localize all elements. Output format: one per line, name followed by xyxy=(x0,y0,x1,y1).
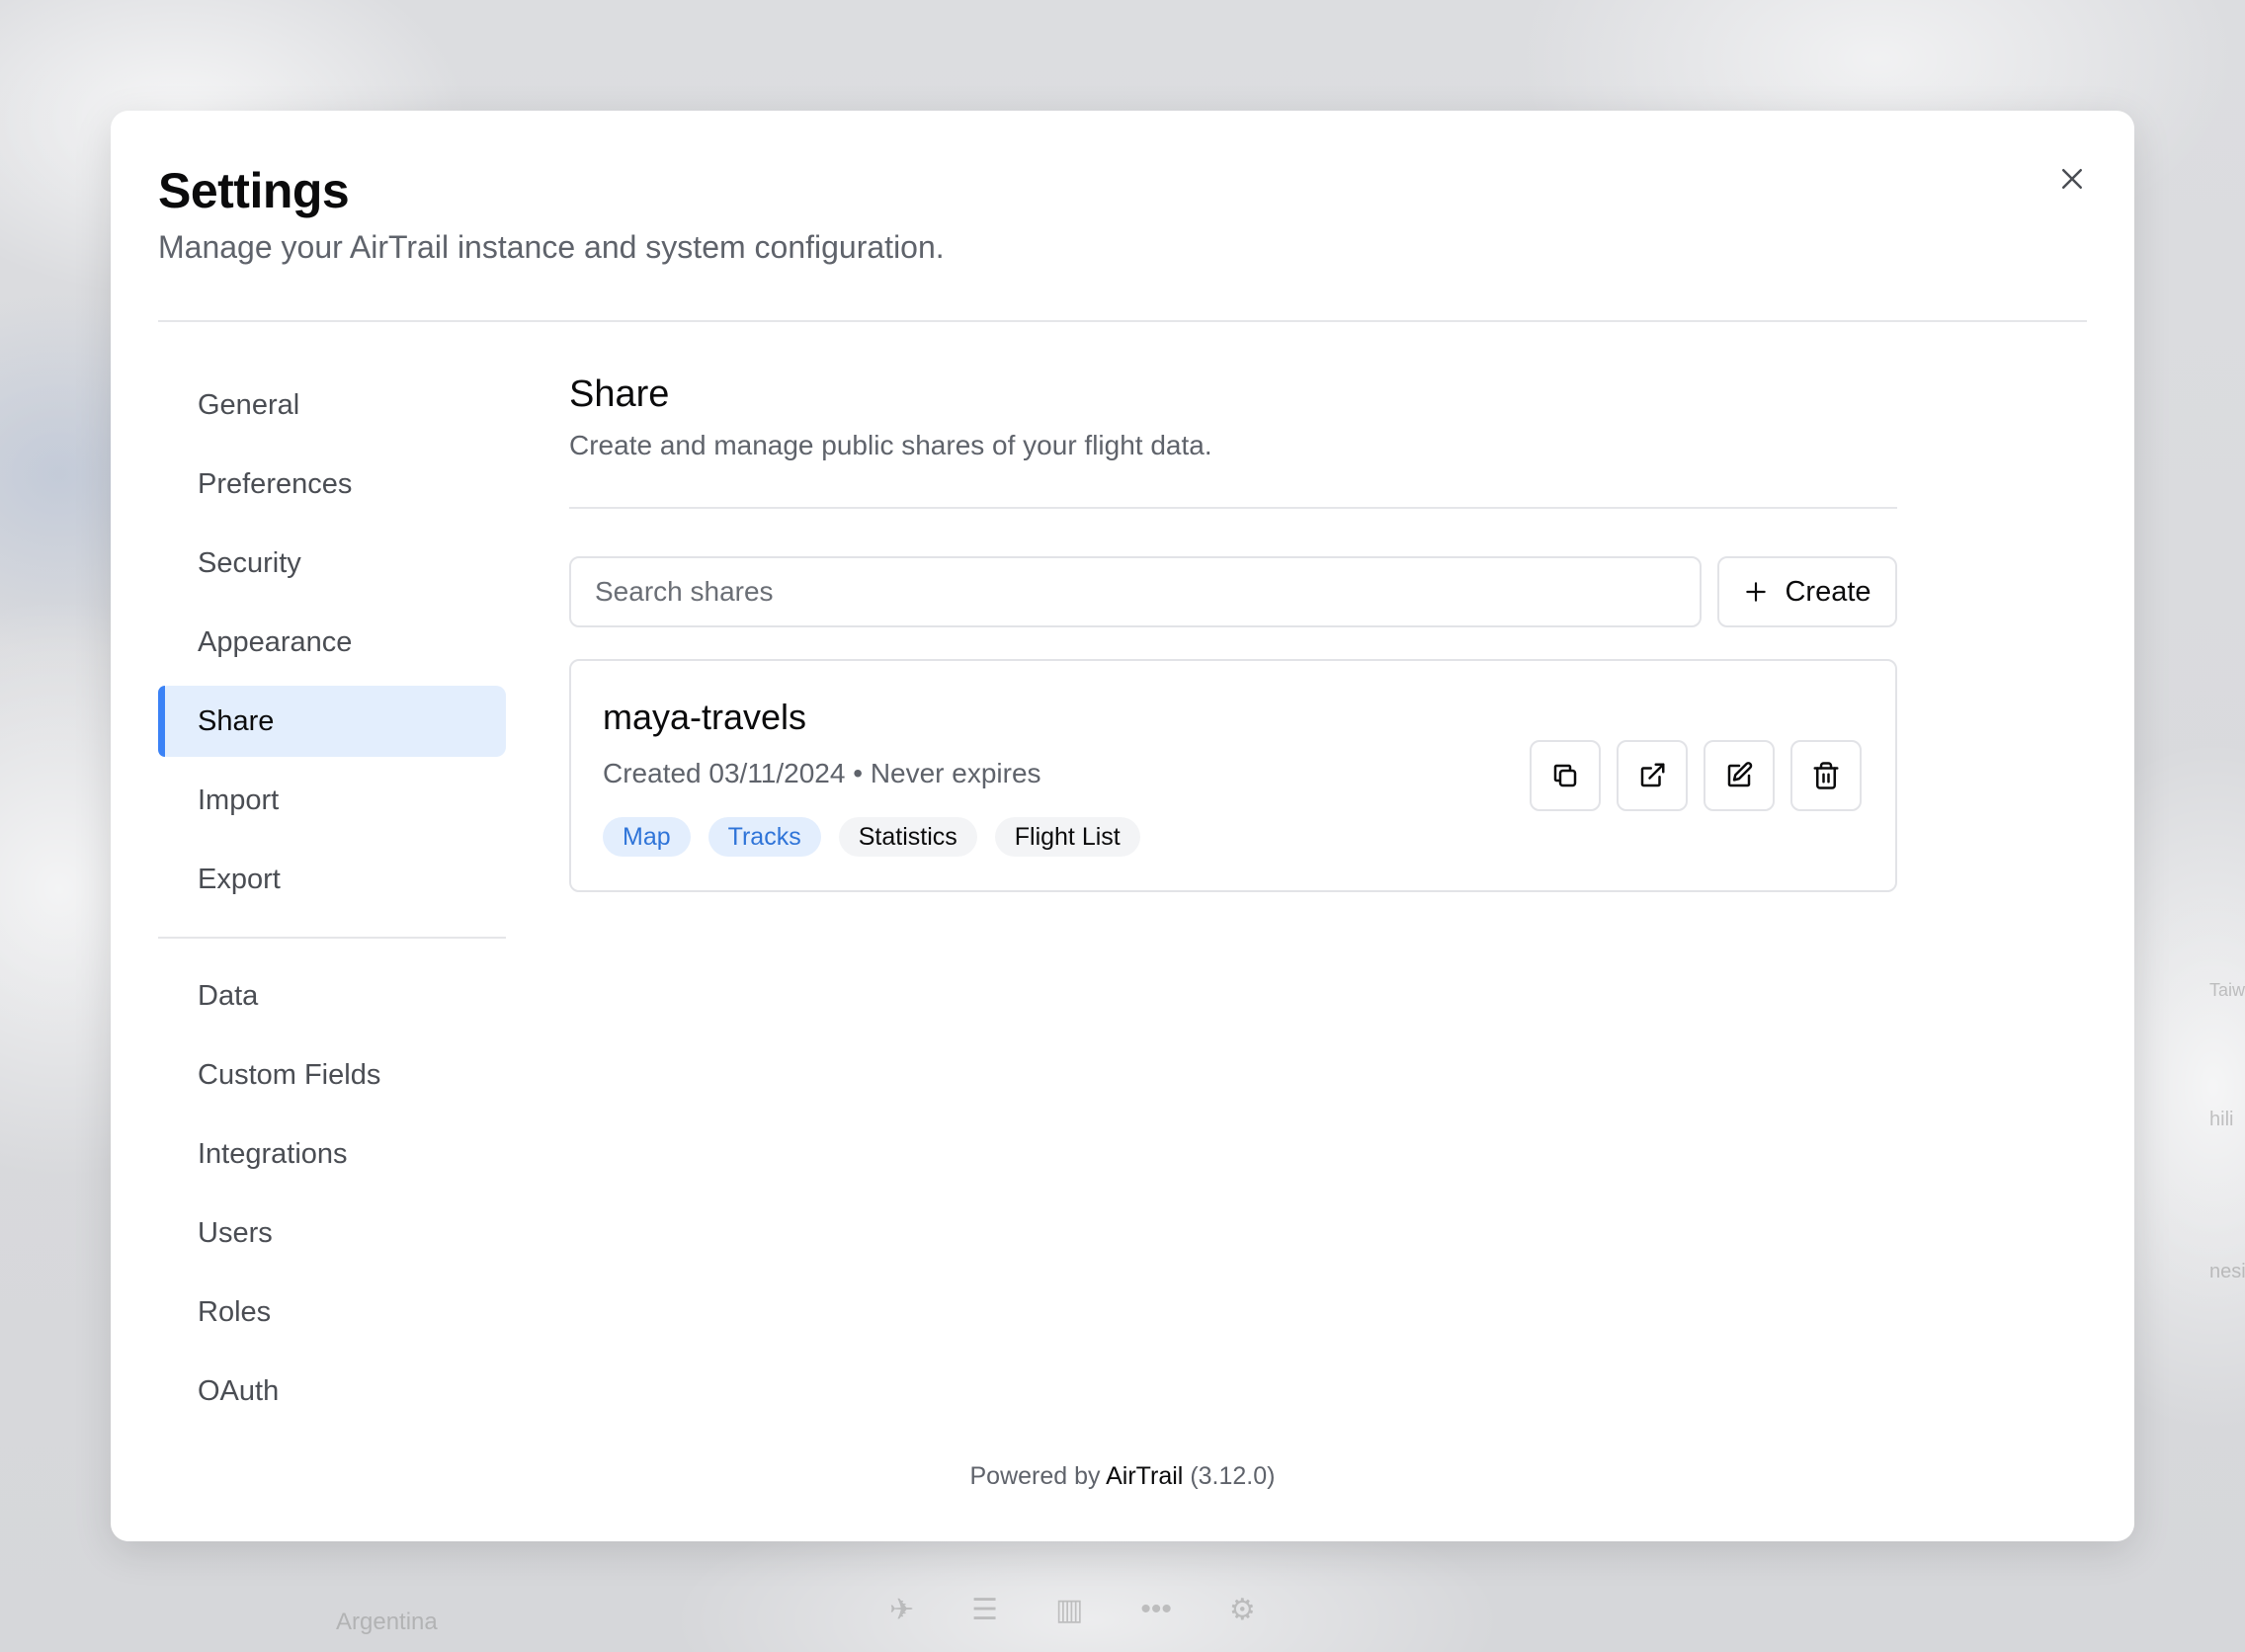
settings-sidebar: General Preferences Security Appearance … xyxy=(158,370,506,1435)
sidebar-item-label: General xyxy=(198,388,300,421)
share-name: maya-travels xyxy=(603,697,807,737)
stats-icon: ▥ xyxy=(1055,1594,1084,1626)
edit-share-button[interactable] xyxy=(1704,740,1775,811)
settings-icon: ⚙ xyxy=(1228,1594,1256,1626)
dialog-subtitle: Manage your AirTrail instance and system… xyxy=(158,229,945,265)
map-label-indonesia: nesi xyxy=(2209,1261,2245,1282)
sidebar-item-preferences[interactable]: Preferences xyxy=(158,449,506,520)
create-button-label: Create xyxy=(1785,575,1871,608)
open-share-button[interactable] xyxy=(1617,740,1688,811)
more-icon: ••• xyxy=(1140,1593,1172,1625)
sidebar-item-label: Import xyxy=(198,784,280,816)
dialog-title: Settings xyxy=(158,163,350,218)
footer: Powered by AirTrail (3.12.0) xyxy=(111,1462,2134,1491)
footer-prefix: Powered by xyxy=(969,1462,1101,1490)
tag-tracks: Tracks xyxy=(707,817,821,857)
footer-version: (3.12.0) xyxy=(1190,1462,1276,1490)
map-label-philippines: hili xyxy=(2209,1109,2234,1130)
section-subtitle: Create and manage public shares of your … xyxy=(569,430,1212,460)
sidebar-item-custom-fields[interactable]: Custom Fields xyxy=(158,1039,506,1111)
add-flight-icon: ✈ xyxy=(889,1594,915,1626)
sidebar-item-label: Data xyxy=(198,979,259,1012)
sidebar-item-appearance[interactable]: Appearance xyxy=(158,607,506,678)
edit-icon xyxy=(1727,762,1753,787)
delete-share-button[interactable] xyxy=(1790,740,1862,811)
sidebar-item-users[interactable]: Users xyxy=(158,1198,506,1269)
sidebar-item-label: Users xyxy=(198,1216,273,1249)
map-label-taiwan: Taiw xyxy=(2209,980,2245,1000)
sidebar-item-label: Integrations xyxy=(198,1137,348,1170)
sidebar-divider xyxy=(158,937,506,939)
external-link-icon xyxy=(1640,763,1665,787)
share-meta: Created 03/11/2024 • Never expires xyxy=(603,758,1041,788)
tag-map: Map xyxy=(603,817,691,857)
sidebar-item-label: Share xyxy=(198,704,275,737)
section-divider xyxy=(569,507,1897,509)
settings-dialog: Settings Manage your AirTrail instance a… xyxy=(111,111,2134,1541)
sidebar-item-export[interactable]: Export xyxy=(158,844,506,915)
sidebar-item-label: OAuth xyxy=(198,1374,280,1407)
sidebar-item-label: Security xyxy=(198,546,301,579)
sidebar-item-label: Custom Fields xyxy=(198,1058,381,1091)
tag-flight-list: Flight List xyxy=(994,817,1140,857)
sidebar-item-import[interactable]: Import xyxy=(158,765,506,836)
sidebar-item-security[interactable]: Security xyxy=(158,528,506,599)
trash-icon xyxy=(1813,762,1839,789)
section-title: Share xyxy=(569,373,670,415)
header-divider xyxy=(158,320,2087,322)
sidebar-item-roles[interactable]: Roles xyxy=(158,1277,506,1348)
list-icon: ☰ xyxy=(971,1594,999,1626)
share-tags: Map Tracks Statistics Flight List xyxy=(603,817,1140,857)
copy-icon xyxy=(1553,764,1577,787)
sidebar-item-label: Preferences xyxy=(198,467,353,500)
share-actions xyxy=(1530,740,1862,811)
sidebar-item-oauth[interactable]: OAuth xyxy=(158,1356,506,1427)
sidebar-item-data[interactable]: Data xyxy=(158,960,506,1032)
search-row: Create xyxy=(569,556,1897,627)
map-toolbar: ✈ ☰ ▥ ••• ⚙ xyxy=(889,1593,1256,1627)
map-label-argentina: Argentina xyxy=(336,1609,438,1635)
close-button[interactable] xyxy=(2047,154,2097,204)
plus-icon xyxy=(1746,582,1767,602)
sidebar-item-label: Appearance xyxy=(198,625,353,658)
copy-link-button[interactable] xyxy=(1530,740,1601,811)
sidebar-item-label: Roles xyxy=(198,1295,272,1328)
sidebar-item-share[interactable]: Share xyxy=(158,686,506,757)
share-card: maya-travels Created 03/11/2024 • Never … xyxy=(569,659,1897,892)
tag-statistics: Statistics xyxy=(838,817,977,857)
search-input[interactable] xyxy=(569,556,1702,627)
sidebar-item-integrations[interactable]: Integrations xyxy=(158,1118,506,1190)
sidebar-item-general[interactable]: General xyxy=(158,370,506,441)
create-share-button[interactable]: Create xyxy=(1717,556,1897,627)
footer-brand[interactable]: AirTrail xyxy=(1106,1462,1183,1490)
close-icon xyxy=(2062,169,2082,189)
sidebar-item-label: Export xyxy=(198,863,281,895)
share-panel: Share Create and manage public shares of… xyxy=(569,370,1897,892)
